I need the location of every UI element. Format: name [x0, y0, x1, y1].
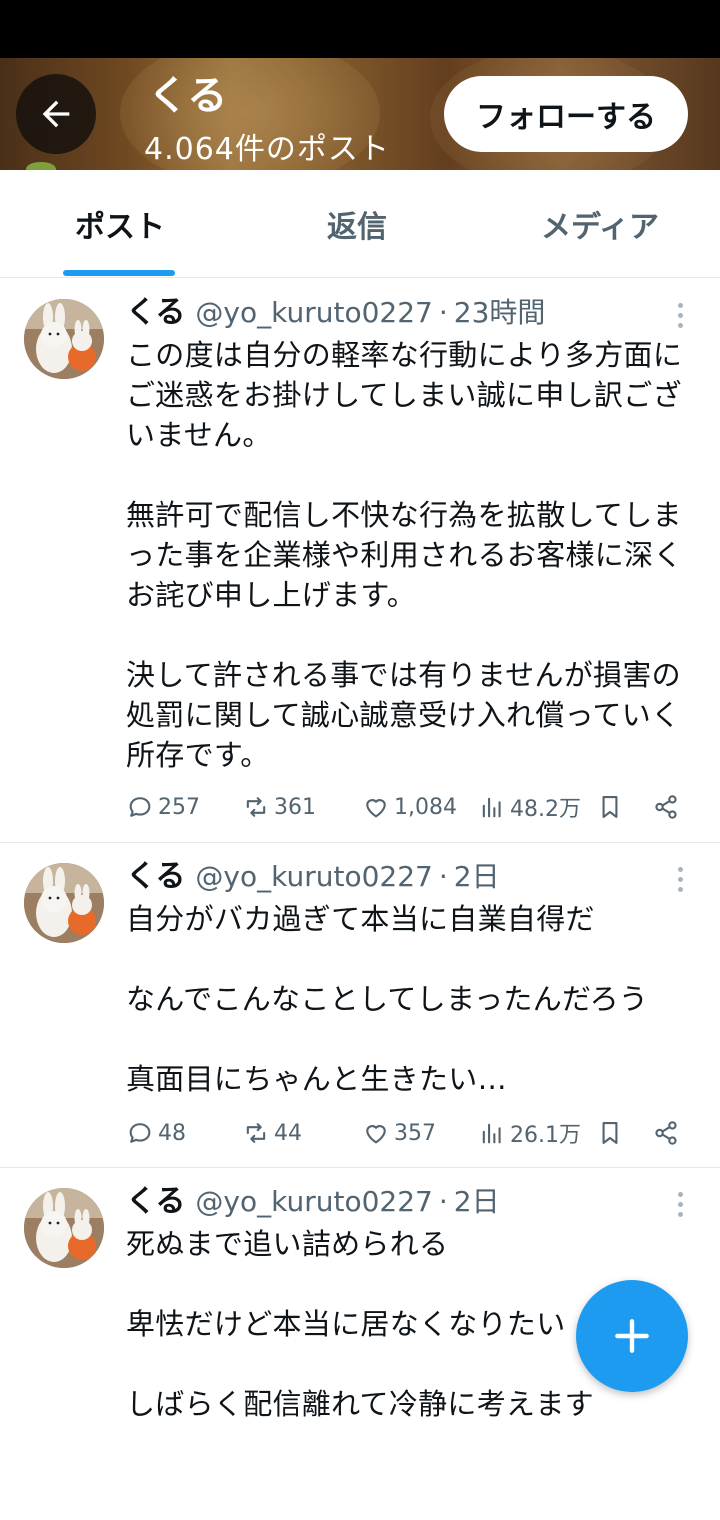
- profile-header-banner: くる 4.064件のポスト フォローする: [0, 58, 720, 170]
- more-icon[interactable]: [668, 859, 692, 899]
- share-button[interactable]: [652, 1113, 680, 1153]
- post-author-name[interactable]: くる: [126, 293, 185, 333]
- back-arrow-icon: [42, 100, 70, 128]
- like-count: 357: [394, 1120, 436, 1146]
- post-text-line: 卑怯だけど本当に居なくなりたい: [126, 1307, 566, 1341]
- avatar-image: [24, 299, 104, 379]
- post-author-handle[interactable]: @yo_kuruto0227: [195, 293, 432, 333]
- post-header: くる @yo_kuruto0227 · 2日: [126, 1182, 500, 1222]
- reply-icon: [129, 797, 151, 817]
- like-icon: [366, 799, 386, 818]
- more-icon[interactable]: [668, 295, 692, 335]
- post-text-line: 所存です。: [126, 738, 270, 772]
- active-tab-indicator: [63, 270, 175, 276]
- compose-plus-icon: [615, 1319, 649, 1353]
- post-author-handle[interactable]: @yo_kuruto0227: [195, 857, 432, 897]
- views-count: 48.2万: [510, 797, 581, 822]
- profile-name: くる: [148, 73, 228, 119]
- post-text-line: いません。: [126, 418, 272, 452]
- repost-icon: [246, 797, 266, 817]
- post-author-name[interactable]: くる: [126, 857, 185, 897]
- bookmark-button[interactable]: [596, 1113, 624, 1153]
- avatar[interactable]: [24, 863, 104, 943]
- like-icon: [366, 1125, 386, 1144]
- reply-count: 48: [158, 1120, 186, 1146]
- post-actions: 48 44 357 26.1万: [126, 1113, 696, 1153]
- repost-count: 44: [274, 1120, 302, 1146]
- like-count: 1,084: [394, 794, 457, 820]
- tab-replies[interactable]: 返信: [237, 170, 477, 278]
- views-icon: [482, 797, 501, 818]
- reply-count: 257: [158, 794, 200, 820]
- post-text-line: 無許可で配信し不快な行為を拡散してしま: [126, 498, 682, 532]
- repost-icon: [246, 1123, 266, 1143]
- tab-media[interactable]: メディア: [480, 170, 720, 278]
- avatar-image: [24, 1188, 104, 1268]
- avatar[interactable]: [24, 1188, 104, 1268]
- post-count: 4.064件のポスト: [144, 132, 390, 167]
- tab-posts[interactable]: ポスト: [0, 170, 240, 278]
- views-count: 26.1万: [510, 1123, 581, 1148]
- bookmark-icon: [602, 796, 618, 818]
- post-actions: 257 361 1,084 48.2万: [126, 787, 696, 827]
- compose-button[interactable]: [576, 1280, 688, 1392]
- post-text-line: 死ぬまで追い詰められる: [126, 1227, 449, 1261]
- post-text-line: この度は自分の軽率な行動により多方面に: [126, 338, 683, 372]
- post-text-line: お詫び申し上げます。: [126, 578, 417, 612]
- share-button[interactable]: [652, 787, 680, 827]
- like-button[interactable]: 1,084: [362, 787, 457, 827]
- post-item[interactable]: くる @yo_kuruto0227 · 2日 自分がバカ過ぎて本当に自業自得だ …: [0, 843, 720, 1168]
- banner-avatar-edge: [26, 162, 56, 170]
- post-time[interactable]: 2日: [454, 857, 500, 897]
- post-text-line: った事を企業様や利用されるお客様に深く: [126, 538, 683, 572]
- post-header: くる @yo_kuruto0227 · 23時間: [126, 293, 545, 333]
- post-text-line: しばらく配信離れて冷静に考えます: [126, 1387, 594, 1421]
- bookmark-button[interactable]: [596, 787, 624, 827]
- back-button[interactable]: [16, 74, 96, 154]
- post-text-line: ご迷惑をお掛けしてしまい誠に申し訳ござ: [126, 378, 682, 412]
- post-text-line: 真面目にちゃんと生きたい…: [126, 1062, 507, 1096]
- views-icon: [482, 1123, 501, 1144]
- post-time[interactable]: 23時間: [454, 293, 546, 333]
- post-separator: ·: [438, 860, 448, 893]
- reply-button[interactable]: 48: [126, 1113, 186, 1153]
- share-icon: [655, 795, 677, 819]
- post-text-line: 処罰に関して誠心誠意受け入れ償っていく: [126, 698, 681, 732]
- post-author-name[interactable]: くる: [126, 1182, 185, 1222]
- post-time[interactable]: 2日: [454, 1182, 500, 1222]
- like-button[interactable]: 357: [362, 1113, 436, 1153]
- follow-button[interactable]: フォローする: [444, 76, 688, 152]
- post-author-handle[interactable]: @yo_kuruto0227: [195, 1182, 432, 1222]
- repost-button[interactable]: 361: [242, 787, 316, 827]
- share-icon: [655, 1121, 677, 1145]
- repost-count: 361: [274, 794, 316, 820]
- post-text-line: 決して許される事では有りませんが損害の: [126, 658, 681, 692]
- post-separator: ·: [438, 296, 448, 329]
- bookmark-icon: [602, 1122, 618, 1144]
- more-icon[interactable]: [668, 1184, 692, 1224]
- profile-tabs: ポスト 返信 メディア: [0, 170, 720, 278]
- post-text-line: 自分がバカ過ぎて本当に自業自得だ: [126, 902, 595, 936]
- post-separator: ·: [438, 1185, 448, 1218]
- status-bar: [0, 0, 720, 58]
- post-item[interactable]: くる @yo_kuruto0227 · 23時間 この度は自分の軽率な行動により…: [0, 279, 720, 843]
- post-header: くる @yo_kuruto0227 · 2日: [126, 857, 500, 897]
- views-button[interactable]: 48.2万: [478, 787, 581, 827]
- views-button[interactable]: 26.1万: [478, 1113, 581, 1153]
- avatar-image: [24, 863, 104, 943]
- reply-icon: [129, 1123, 151, 1143]
- avatar[interactable]: [24, 299, 104, 379]
- reply-button[interactable]: 257: [126, 787, 200, 827]
- post-text-line: なんでこんなことしてしまったんだろう: [126, 982, 649, 1016]
- repost-button[interactable]: 44: [242, 1113, 302, 1153]
